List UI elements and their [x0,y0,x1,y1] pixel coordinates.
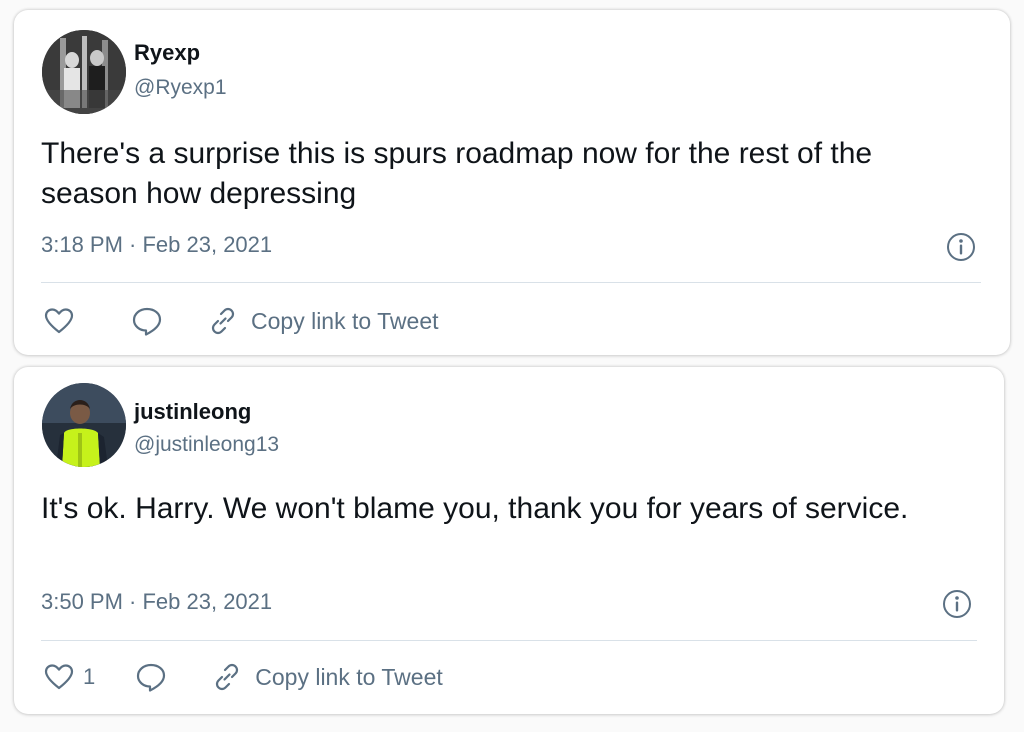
avatar[interactable] [42,30,126,114]
tweet-text: It's ok. Harry. We won't blame you, than… [41,492,909,525]
like-button[interactable] [41,303,77,339]
tweet-actions: 1 Copy link to Tweet [41,657,443,697]
like-count: 1 [83,664,96,689]
like-button[interactable] [41,659,77,695]
divider [41,282,981,283]
copy-link-label: Copy link to Tweet [255,663,443,690]
heart-icon [44,664,74,690]
tweet-card: Ryexp @Ryexp1 There's a surprise this is… [14,10,1010,355]
copy-link-button[interactable]: Copy link to Tweet [207,305,439,337]
info-icon[interactable] [946,232,976,262]
display-name[interactable]: justinleong [134,399,251,425]
heart-icon [44,308,74,334]
link-icon [211,307,235,335]
display-name[interactable]: Ryexp [134,40,200,66]
user-handle[interactable]: @Ryexp1 [134,76,227,100]
reply-icon [137,663,166,692]
tweet-timestamp[interactable]: 3:18 PM · Feb 23, 2021 [41,232,272,258]
avatar[interactable] [42,383,126,467]
tweet-actions: Copy link to Tweet [41,301,439,341]
copy-link-label: Copy link to Tweet [251,307,439,334]
reply-button[interactable] [129,303,165,339]
tweet-card: justinleong @justinleong13 It's ok. Harr… [14,367,1004,714]
tweet-timestamp[interactable]: 3:50 PM · Feb 23, 2021 [41,589,272,615]
tweet-text: There's a surprise this is spurs roadmap… [41,137,873,210]
reply-icon [132,307,162,336]
divider [41,640,977,641]
tweet-stack: Ryexp @Ryexp1 There's a surprise this is… [0,0,1024,732]
reply-button[interactable] [133,659,169,695]
link-icon [216,663,239,691]
info-icon[interactable] [942,589,972,619]
copy-link-button[interactable]: Copy link to Tweet [211,661,443,693]
user-handle[interactable]: @justinleong13 [134,433,279,457]
